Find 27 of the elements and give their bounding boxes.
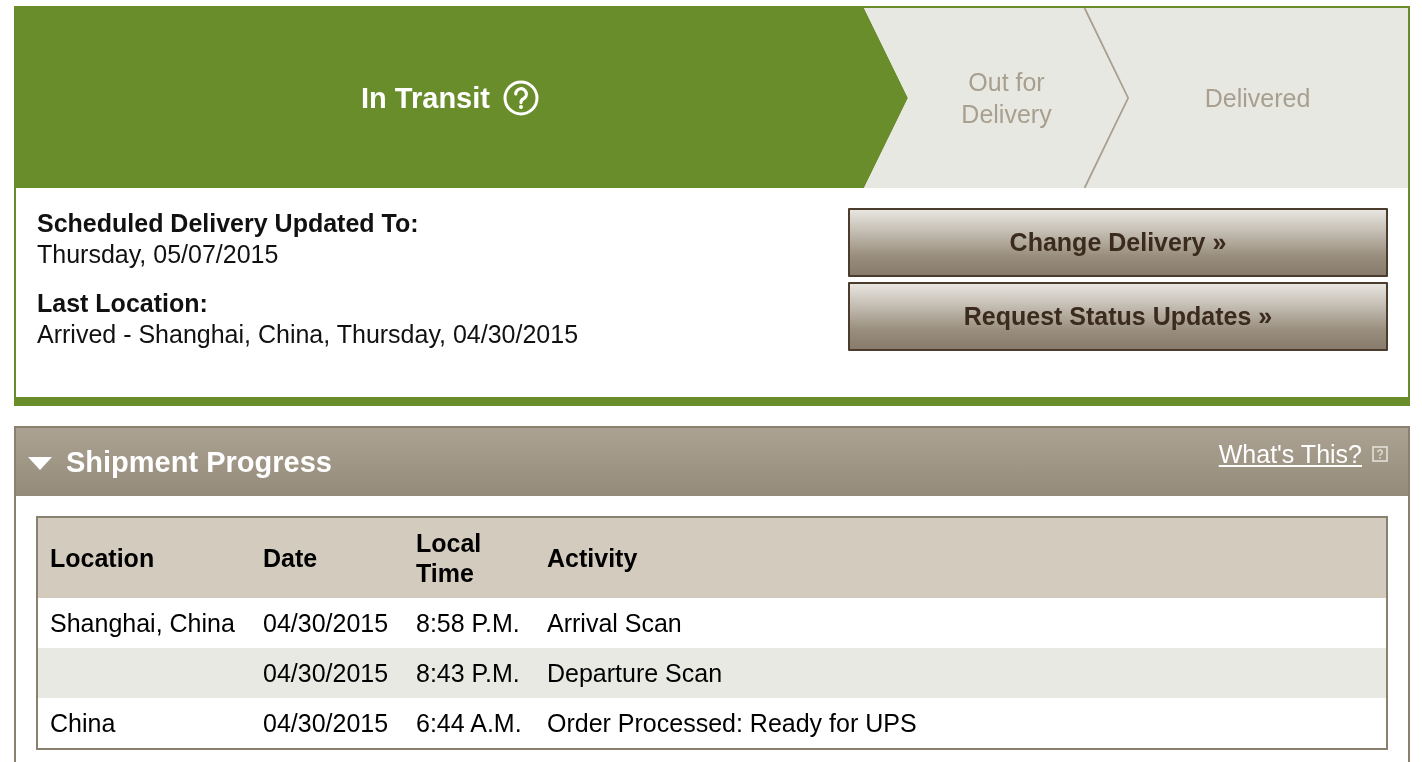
column-header: Local Time xyxy=(404,517,535,598)
table-cell: Shanghai, China xyxy=(37,598,251,648)
table-cell: 04/30/2015 xyxy=(251,698,404,749)
action-button[interactable]: Change Delivery » xyxy=(848,208,1388,277)
table-cell: Order Processed: Ready for UPS xyxy=(535,698,1387,749)
panel-title: Shipment Progress xyxy=(66,445,332,479)
field-label: Last Location: xyxy=(37,288,209,319)
field-label: Scheduled Delivery Updated To: xyxy=(37,208,420,239)
step-label: In Transit xyxy=(361,81,490,115)
help-icon[interactable] xyxy=(1372,446,1388,462)
field-value: Arrived - Shanghai, China, Thursday, 04/30/2015 xyxy=(37,319,579,350)
table-cell: Departure Scan xyxy=(535,648,1387,698)
step-label: Out for Delivery xyxy=(960,67,1053,130)
column-header: Location xyxy=(37,517,251,598)
column-header: Activity xyxy=(535,517,1387,598)
table-cell: 8:58 P.M. xyxy=(404,598,535,648)
table-cell: China xyxy=(37,698,251,749)
column-header: Date xyxy=(251,517,404,598)
table-cell: 04/30/2015 xyxy=(251,598,404,648)
table-cell: 04/30/2015 xyxy=(251,648,404,698)
table-cell: 6:44 A.M. xyxy=(404,698,535,749)
table-cell: 8:43 P.M. xyxy=(404,648,535,698)
step-label: Delivered xyxy=(1204,83,1311,114)
table-cell: Arrival Scan xyxy=(535,598,1387,648)
caret-icon[interactable] xyxy=(28,456,52,470)
field-value: Thursday, 05/07/2015 xyxy=(37,239,280,270)
action-button[interactable]: Request Status Updates » xyxy=(848,282,1388,351)
